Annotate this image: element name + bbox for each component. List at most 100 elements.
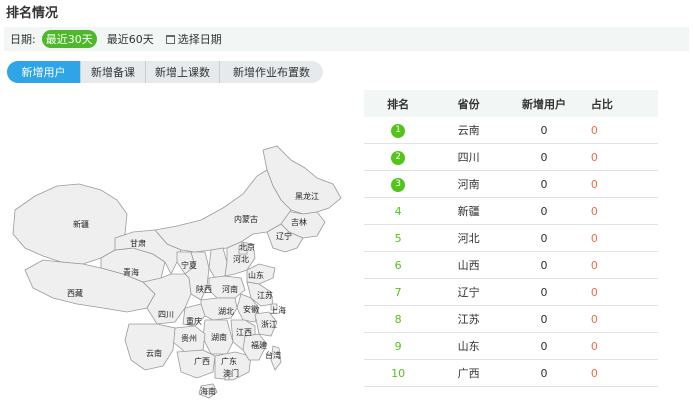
header-province: 省份 bbox=[432, 90, 506, 117]
metric-tabs: 新增用户 新增备课 新增上课数 新增作业布置数 bbox=[7, 61, 323, 83]
map-label-chongqing: 重庆 bbox=[186, 316, 202, 326]
map-label-heilongjiang: 黑龙江 bbox=[295, 191, 319, 201]
cell-percentage: 0 bbox=[582, 305, 658, 333]
cell-rank: 4 bbox=[364, 197, 433, 225]
table-row: 8 江苏 0 0 bbox=[364, 305, 658, 333]
map-region-shanxi[interactable] bbox=[208, 247, 228, 279]
cell-percentage: 0 bbox=[582, 170, 658, 198]
cell-rank: 9 bbox=[364, 332, 433, 360]
map-label-tibet: 西藏 bbox=[67, 288, 83, 298]
map-label-qinghai: 青海 bbox=[123, 267, 139, 277]
table-row: 3 河南 0 0 bbox=[364, 170, 658, 198]
header-rank: 排名 bbox=[364, 90, 433, 117]
cell-users: 0 bbox=[505, 251, 583, 279]
cell-users: 0 bbox=[505, 170, 583, 198]
table-row: 6 山西 0 0 bbox=[364, 251, 658, 279]
map-label-hainan: 海南 bbox=[200, 386, 216, 396]
cell-users: 0 bbox=[505, 305, 583, 333]
map-region-xinjiang[interactable] bbox=[12, 183, 128, 265]
date-picker-button[interactable]: 选择日期 bbox=[165, 31, 222, 47]
map-region-yunnan[interactable] bbox=[124, 323, 176, 371]
table-header-row: 排名 省份 新增用户 占比 bbox=[364, 90, 658, 117]
rank-badge: 1 bbox=[391, 123, 406, 138]
map-label-guangxi: 广西 bbox=[194, 356, 210, 366]
table-row: 1 云南 0 0 bbox=[364, 117, 658, 144]
map-label-hunan: 湖南 bbox=[211, 332, 227, 342]
date-filter-bar: 日期: 最近30天 最近60天 选择日期 bbox=[4, 27, 689, 51]
date-option-60-days[interactable]: 最近60天 bbox=[103, 30, 158, 48]
map-label-liaoning: 辽宁 bbox=[276, 231, 292, 241]
cell-percentage: 0 bbox=[582, 332, 658, 360]
map-label-hebei: 河北 bbox=[233, 254, 249, 264]
cell-percentage: 0 bbox=[582, 278, 658, 306]
cell-users: 0 bbox=[505, 278, 583, 306]
rank-badge: 3 bbox=[391, 177, 406, 192]
map-label-zhejiang: 浙江 bbox=[261, 319, 277, 329]
map-label-sichuan: 四川 bbox=[158, 310, 174, 319]
table-row: 9 山东 0 0 bbox=[364, 332, 658, 360]
cell-province: 四川 bbox=[432, 143, 506, 171]
map-label-yunnan: 云南 bbox=[146, 348, 162, 358]
table-row: 4 新疆 0 0 bbox=[364, 197, 658, 225]
cell-users: 0 bbox=[505, 117, 583, 144]
cell-province: 山西 bbox=[432, 251, 506, 279]
tab-new-users[interactable]: 新增用户 bbox=[7, 61, 81, 83]
date-picker-label: 选择日期 bbox=[177, 33, 222, 46]
map-label-ningxia: 宁夏 bbox=[181, 260, 197, 270]
ranking-table: 排名 省份 新增用户 占比 1 云南 0 0 2 四川 0 0 3 河南 0 0… bbox=[364, 90, 658, 387]
cell-rank: 7 bbox=[364, 278, 433, 306]
map-label-macau: 澳门 bbox=[223, 368, 239, 378]
map-label-anhui: 安徽 bbox=[243, 304, 259, 314]
cell-province: 辽宁 bbox=[432, 278, 506, 306]
map-label-shaanxi: 陕西 bbox=[196, 284, 212, 294]
cell-province: 江苏 bbox=[432, 305, 506, 333]
date-option-30-days[interactable]: 最近30天 bbox=[41, 30, 97, 48]
cell-percentage: 0 bbox=[582, 359, 658, 387]
cell-users: 0 bbox=[505, 359, 583, 387]
table-row: 5 河北 0 0 bbox=[364, 224, 658, 252]
header-new-users: 新增用户 bbox=[505, 90, 583, 117]
cell-percentage: 0 bbox=[582, 224, 658, 252]
china-map-svg: 黑龙江 吉林 辽宁 内蒙古 新疆 甘肃 北京 河北 宁夏 山东 青海 西藏 陕西… bbox=[12, 145, 342, 399]
cell-rank: 10 bbox=[364, 359, 433, 387]
cell-users: 0 bbox=[505, 224, 583, 252]
map-label-taiwan: 台湾 bbox=[265, 350, 281, 360]
map-label-henan: 河南 bbox=[222, 284, 238, 294]
map-label-xinjiang: 新疆 bbox=[73, 219, 89, 229]
table-row: 10 广西 0 0 bbox=[364, 359, 658, 387]
map-label-hubei: 湖北 bbox=[218, 307, 234, 316]
calendar-icon bbox=[165, 34, 175, 44]
table-row: 2 四川 0 0 bbox=[364, 143, 658, 171]
cell-percentage: 0 bbox=[582, 117, 658, 144]
cell-province: 广西 bbox=[432, 359, 506, 387]
tab-new-homework[interactable]: 新增作业布置数 bbox=[220, 61, 323, 83]
cell-users: 0 bbox=[505, 143, 583, 171]
rank-badge: 2 bbox=[391, 150, 406, 165]
cell-province: 新疆 bbox=[432, 197, 506, 225]
tab-new-lesson-prep[interactable]: 新增备课 bbox=[81, 61, 146, 83]
cell-percentage: 0 bbox=[582, 251, 658, 279]
map-label-fujian: 福建 bbox=[251, 340, 267, 350]
map-label-inner-mongolia: 内蒙古 bbox=[234, 214, 258, 224]
cell-rank: 5 bbox=[364, 224, 433, 252]
tab-new-classes[interactable]: 新增上课数 bbox=[146, 61, 220, 83]
china-map: 黑龙江 吉林 辽宁 内蒙古 新疆 甘肃 北京 河北 宁夏 山东 青海 西藏 陕西… bbox=[5, 138, 345, 400]
map-label-guizhou: 贵州 bbox=[181, 333, 197, 343]
map-label-beijing: 北京 bbox=[239, 242, 255, 252]
map-label-shanghai: 上海 bbox=[270, 305, 286, 315]
map-label-gansu: 甘肃 bbox=[130, 238, 146, 248]
cell-percentage: 0 bbox=[582, 197, 658, 225]
cell-province: 河南 bbox=[432, 170, 506, 198]
map-label-guangdong: 广东 bbox=[221, 356, 237, 366]
cell-users: 0 bbox=[505, 197, 583, 225]
cell-users: 0 bbox=[505, 332, 583, 360]
cell-rank: 8 bbox=[364, 305, 433, 333]
cell-province: 山东 bbox=[432, 332, 506, 360]
page-title: 排名情况 bbox=[6, 6, 59, 21]
header-percentage: 占比 bbox=[582, 90, 658, 117]
cell-percentage: 0 bbox=[582, 143, 658, 171]
cell-rank: 6 bbox=[364, 251, 433, 279]
cell-province: 云南 bbox=[432, 117, 506, 144]
date-label: 日期: bbox=[10, 33, 36, 46]
table-row: 7 辽宁 0 0 bbox=[364, 278, 658, 306]
